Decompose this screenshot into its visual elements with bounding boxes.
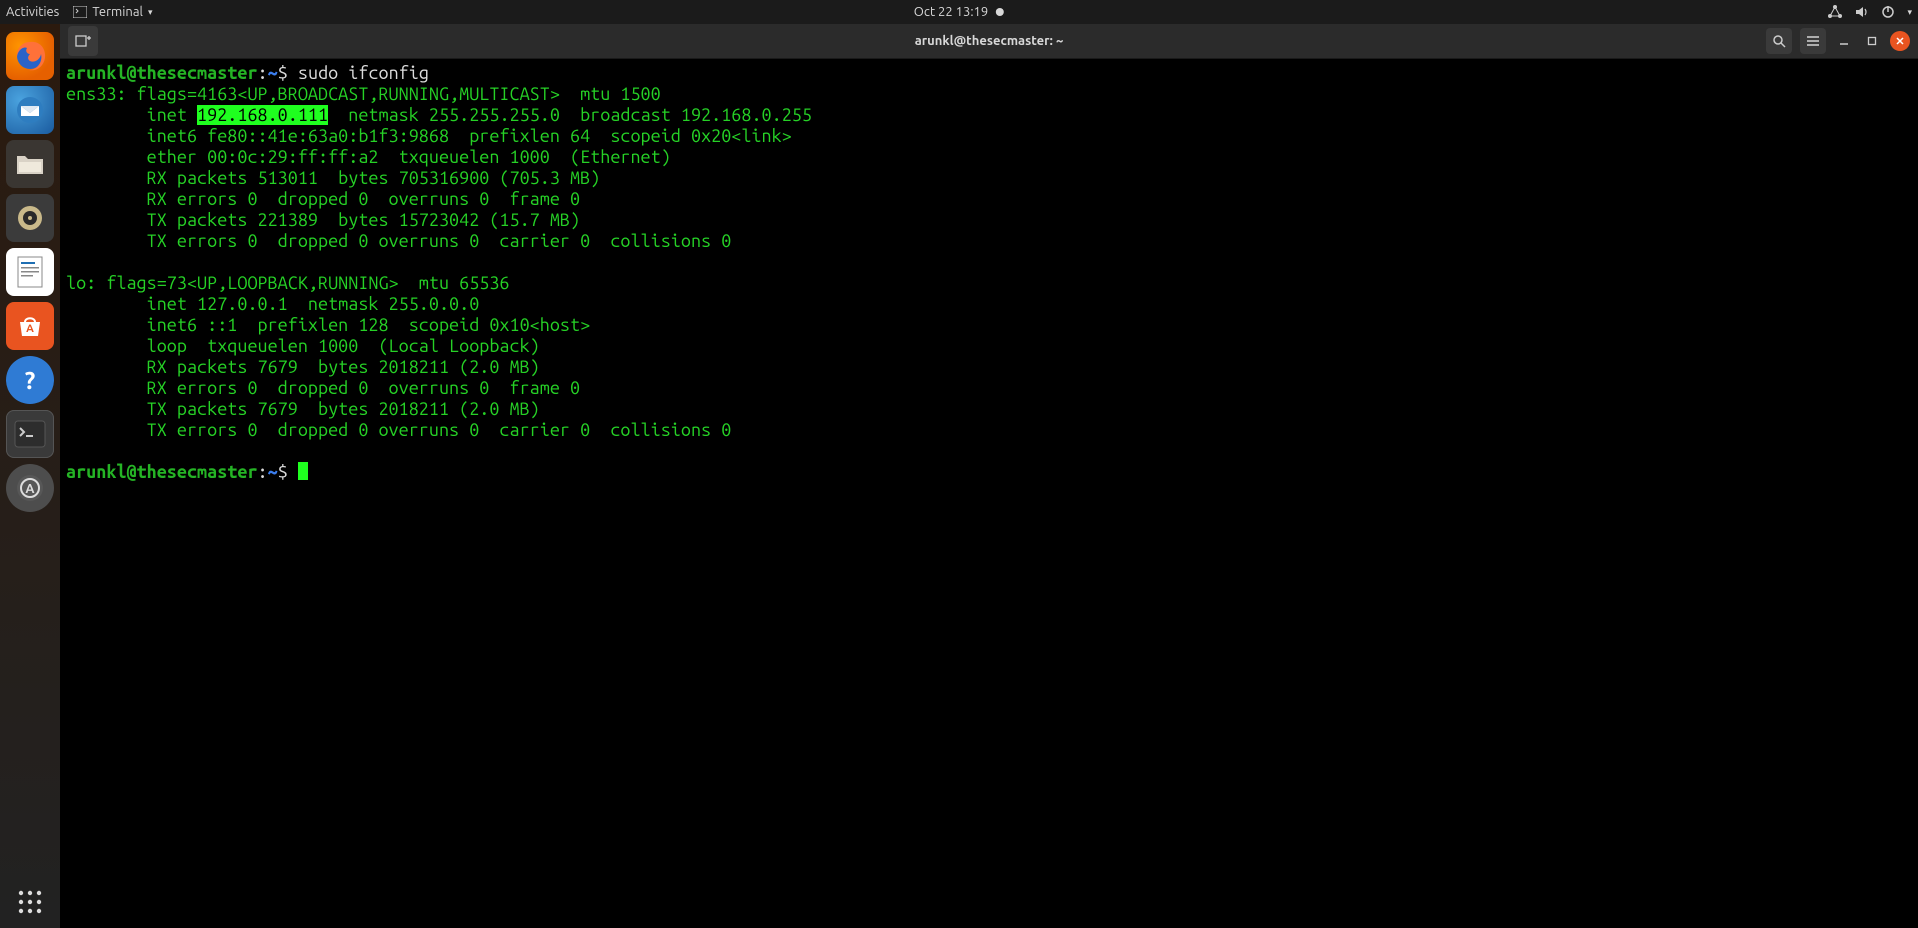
output-line: RX errors 0 dropped 0 overruns 0 frame 0 bbox=[66, 378, 580, 398]
cursor bbox=[298, 462, 308, 480]
output-line: RX errors 0 dropped 0 overruns 0 frame 0 bbox=[66, 189, 580, 209]
clock[interactable]: Oct 22 13:19 bbox=[914, 5, 1004, 19]
output-line: inet6 fe80::41e:63a0:b1f3:9868 prefixlen… bbox=[66, 126, 792, 146]
chevron-down-icon: ▾ bbox=[148, 7, 153, 18]
gnome-top-bar: Activities Terminal ▾ Oct 22 13:19 ▾ bbox=[0, 0, 1918, 24]
prompt-sep: : bbox=[258, 63, 268, 83]
dock-updater[interactable]: A bbox=[6, 464, 54, 512]
window-title: arunkl@thesecmaster: ~ bbox=[915, 34, 1064, 48]
output-line: TX packets 7679 bytes 2018211 (2.0 MB) bbox=[66, 399, 540, 419]
close-button[interactable] bbox=[1890, 31, 1910, 51]
output-line: loop txqueuelen 1000 (Local Loopback) bbox=[66, 336, 540, 356]
window-titlebar: arunkl@thesecmaster: ~ bbox=[60, 24, 1918, 59]
minimize-button[interactable] bbox=[1834, 31, 1854, 51]
dock-terminal[interactable] bbox=[6, 410, 54, 458]
power-icon bbox=[1881, 5, 1895, 19]
system-status-area[interactable]: ▾ bbox=[1827, 5, 1912, 19]
new-tab-button[interactable] bbox=[68, 26, 98, 56]
terminal-window: arunkl@thesecmaster: ~ arunkl@thesecmast… bbox=[60, 24, 1918, 928]
app-menu[interactable]: Terminal ▾ bbox=[73, 5, 152, 19]
chevron-down-icon: ▾ bbox=[1907, 7, 1912, 18]
output-line: TX errors 0 dropped 0 overruns 0 carrier… bbox=[66, 231, 731, 251]
dock-thunderbird[interactable] bbox=[6, 86, 54, 134]
prompt-sigil: $ bbox=[278, 63, 288, 83]
prompt-userhost: arunkl@thesecmaster bbox=[66, 63, 258, 83]
output-line: TX errors 0 dropped 0 overruns 0 carrier… bbox=[66, 420, 731, 440]
show-applications[interactable] bbox=[6, 878, 54, 926]
command-text: sudo ifconfig bbox=[298, 63, 429, 83]
output-line: TX packets 221389 bytes 15723042 (15.7 M… bbox=[66, 210, 580, 230]
dock-help[interactable]: ? bbox=[6, 356, 54, 404]
output-line: RX packets 513011 bytes 705316900 (705.3… bbox=[66, 168, 600, 188]
output-line: inet 127.0.0.1 netmask 255.0.0.0 bbox=[66, 294, 479, 314]
dock-rhythmbox[interactable] bbox=[6, 194, 54, 242]
highlighted-ip: 192.168.0.111 bbox=[197, 105, 328, 125]
hamburger-menu-button[interactable] bbox=[1800, 28, 1826, 54]
output-line: ether 00:0c:29:ff:ff:a2 txqueuelen 1000 … bbox=[66, 147, 671, 167]
svg-text:A: A bbox=[25, 482, 35, 496]
dock-writer[interactable] bbox=[6, 248, 54, 296]
prompt-sep: : bbox=[258, 462, 268, 482]
notification-dot-icon bbox=[996, 8, 1004, 16]
output-line: ens33: flags=4163<UP,BROADCAST,RUNNING,M… bbox=[66, 84, 661, 104]
prompt-path: ~ bbox=[268, 462, 278, 482]
activities-button[interactable]: Activities bbox=[6, 5, 59, 19]
prompt-path: ~ bbox=[268, 63, 278, 83]
terminal-viewport[interactable]: arunkl@thesecmaster:~$ sudo ifconfig ens… bbox=[60, 59, 1918, 928]
terminal-icon bbox=[73, 6, 87, 18]
output-line: inet6 ::1 prefixlen 128 scopeid 0x10<hos… bbox=[66, 315, 590, 335]
prompt-userhost: arunkl@thesecmaster bbox=[66, 462, 258, 482]
output-line: inet bbox=[66, 105, 197, 125]
dock-software[interactable]: A bbox=[6, 302, 54, 350]
volume-icon bbox=[1855, 5, 1869, 19]
search-button[interactable] bbox=[1766, 28, 1792, 54]
output-line: lo: flags=73<UP,LOOPBACK,RUNNING> mtu 65… bbox=[66, 273, 510, 293]
clock-label: Oct 22 13:19 bbox=[914, 5, 988, 19]
output-line: netmask 255.255.255.0 broadcast 192.168.… bbox=[328, 105, 812, 125]
app-menu-label: Terminal bbox=[92, 5, 143, 19]
output-line: RX packets 7679 bytes 2018211 (2.0 MB) bbox=[66, 357, 540, 377]
svg-text:A: A bbox=[26, 323, 34, 335]
dock-firefox[interactable] bbox=[6, 32, 54, 80]
network-icon bbox=[1827, 5, 1843, 19]
prompt-sigil: $ bbox=[278, 462, 288, 482]
maximize-button[interactable] bbox=[1862, 31, 1882, 51]
dock-files[interactable] bbox=[6, 140, 54, 188]
dock: A ? A bbox=[0, 24, 60, 928]
